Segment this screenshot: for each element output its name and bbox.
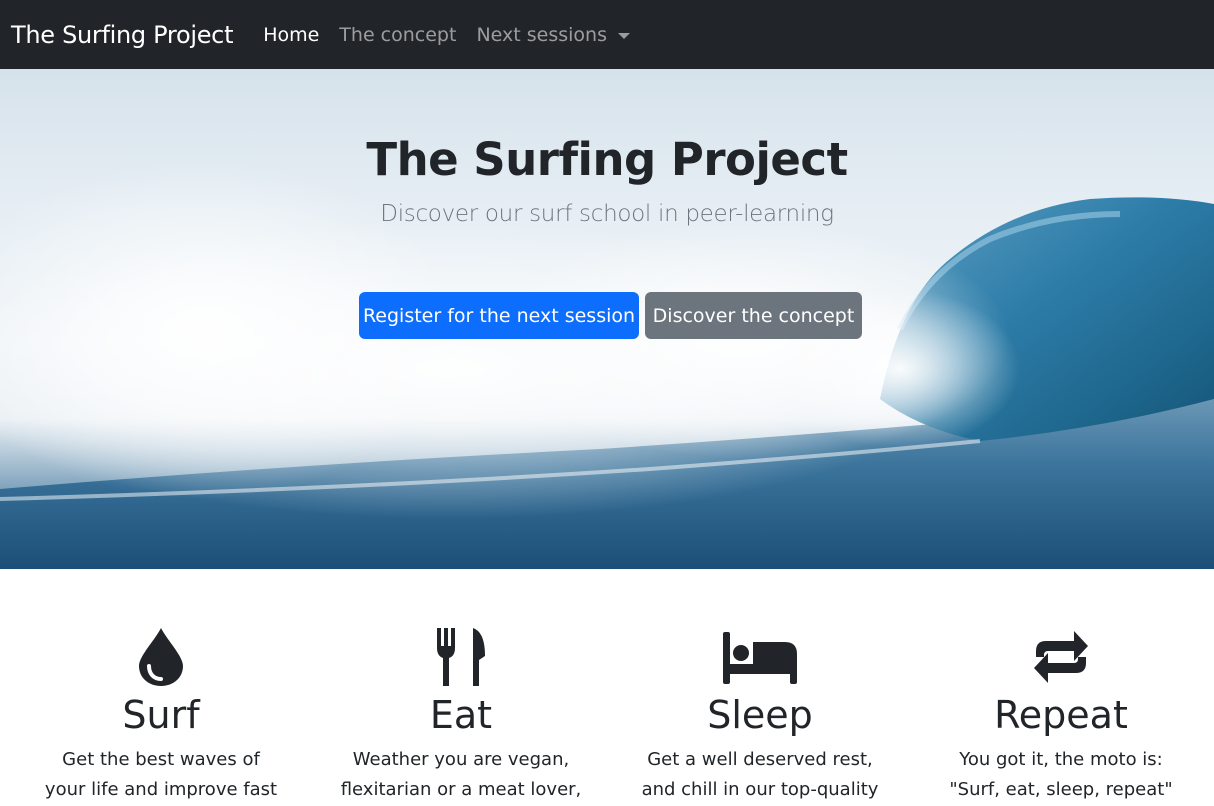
feature-text-line: and chill in our top-quality xyxy=(641,779,879,800)
register-button[interactable]: Register for the next session xyxy=(359,292,639,339)
nav-link-next-sessions-label: Next sessions xyxy=(476,23,607,46)
navbar-brand[interactable]: The Surfing Project xyxy=(11,21,233,49)
repeat-icon xyxy=(911,625,1211,689)
nav-link-concept[interactable]: The concept xyxy=(339,24,456,46)
feature-eat: Eat Weather you are vegan, flexitarian o… xyxy=(311,625,611,805)
feature-text-line: your life and improve fast xyxy=(44,779,278,800)
feature-repeat: Repeat You got it, the moto is: "Surf, e… xyxy=(911,625,1211,805)
feature-text-eat: Weather you are vegan, flexitarian or a … xyxy=(311,745,611,805)
feature-text-line: "Surf, eat, sleep, repeat" xyxy=(949,779,1173,800)
feature-text-line: Get a well deserved rest, xyxy=(647,749,873,770)
feature-text-repeat: You got it, the moto is: "Surf, eat, sle… xyxy=(911,745,1211,805)
discover-concept-button[interactable]: Discover the concept xyxy=(645,292,862,339)
feature-title-eat: Eat xyxy=(429,693,493,737)
feature-surf: Surf Get the best waves of your life and… xyxy=(11,625,311,805)
hero-section: The Surfing Project Discover our surf sc… xyxy=(0,69,1214,569)
feature-text-line: flexitarian or a meat lover, xyxy=(340,779,582,800)
feature-sleep: Sleep Get a well deserved rest, and chil… xyxy=(610,625,910,805)
feature-text-line: Weather you are vegan, xyxy=(352,749,570,770)
fork-knife-icon xyxy=(311,625,611,689)
caret-down-icon xyxy=(617,32,630,39)
hero-subtitle: Discover our surf school in peer-learnin… xyxy=(380,201,834,227)
feature-text-sleep: Get a well deserved rest, and chill in o… xyxy=(610,745,910,805)
nav-link-home[interactable]: Home xyxy=(263,24,319,46)
hero-title: The Surfing Project xyxy=(366,133,848,186)
feature-title-sleep: Sleep xyxy=(707,693,813,737)
feature-text-line: You got it, the moto is: xyxy=(959,749,1163,770)
feature-title-surf: Surf xyxy=(122,693,200,737)
feature-text-line: Get the best waves of xyxy=(62,749,260,770)
nav-link-next-sessions[interactable]: Next sessions xyxy=(476,24,630,46)
navbar: The Surfing Project Home The concept Nex… xyxy=(0,0,1214,69)
feature-text-surf: Get the best waves of your life and impr… xyxy=(11,745,311,805)
bed-icon xyxy=(610,625,910,689)
droplet-icon xyxy=(11,625,311,689)
feature-title-repeat: Repeat xyxy=(994,693,1128,737)
